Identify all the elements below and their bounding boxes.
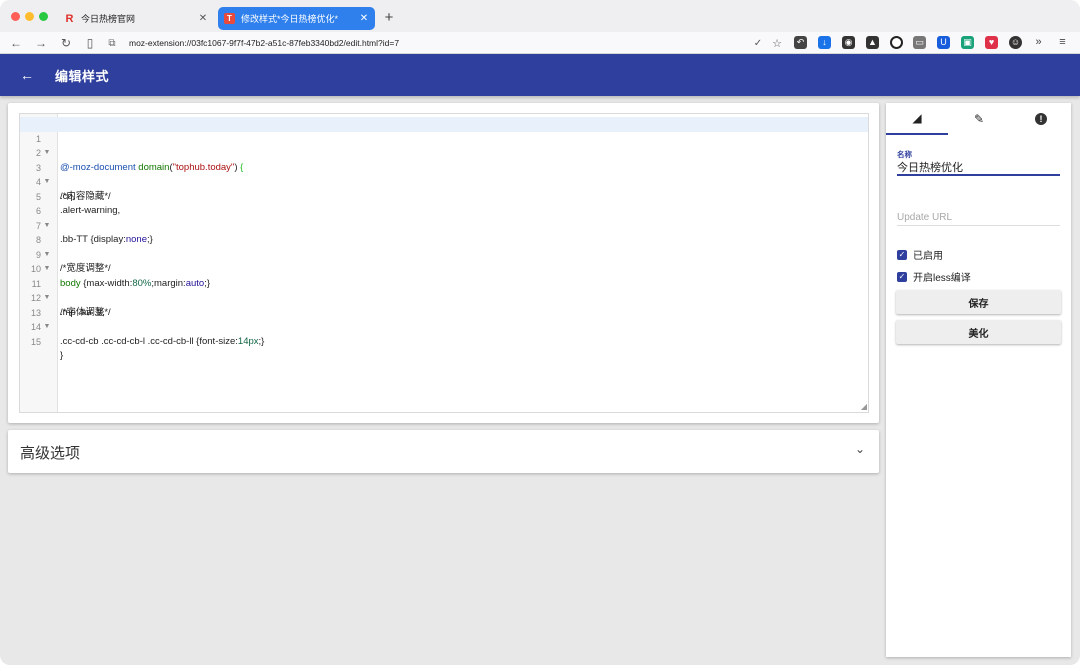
code-token: .cc-cd-cb .cc-cd-cb-l .cc-cd-cb-ll {font…	[60, 335, 238, 347]
code-token: }	[60, 350, 64, 361]
code-line[interactable]: 14	[20, 306, 868, 332]
rocket-icon[interactable]: ▲	[866, 36, 879, 49]
menu-icon[interactable]: ≡	[1056, 36, 1069, 49]
circle-extension-icon[interactable]	[890, 36, 903, 49]
zoom-window-button[interactable]	[39, 12, 48, 21]
close-window-button[interactable]	[11, 12, 20, 21]
line-number: 15	[30, 336, 41, 347]
pocket-icon[interactable]: ♥	[985, 36, 998, 49]
style-settings-panel: ◢ ✎ ! 名称 ✓ 已启用 ✓ 开启less编译 保存 美化	[886, 103, 1071, 657]
enabled-checkbox-row[interactable]: ✓ 已启用	[897, 247, 943, 262]
new-tab-button[interactable]: +	[382, 9, 396, 27]
name-input[interactable]	[897, 159, 1060, 176]
enabled-label: 已启用	[913, 251, 943, 262]
style-brush-icon: ◢	[912, 111, 922, 125]
tab-edit[interactable]: ✎	[948, 103, 1010, 135]
bitwarden-icon[interactable]: U	[937, 36, 950, 49]
screenshot-icon[interactable]: ◉	[842, 36, 855, 49]
beautify-button[interactable]: 美化	[896, 320, 1061, 344]
bookmark-star-icon[interactable]: ☆	[769, 37, 785, 50]
app-header: ← 编辑样式	[0, 54, 1080, 96]
enabled-checkbox[interactable]: ✓	[897, 249, 907, 260]
less-checkbox[interactable]: ✓	[897, 271, 907, 282]
tab-strip: R 今日热榜官网 ✕ T 修改样式*今日热榜优化* ✕ +	[0, 0, 1080, 32]
minimize-window-button[interactable]	[25, 12, 34, 21]
sidebar-toggle-icon[interactable]: ▯	[82, 34, 98, 52]
code-line[interactable]: 6 ▼ .bb-TT {display:none;}	[20, 190, 868, 245]
code-line[interactable]: 11 ▼ /*字体调整*/	[20, 262, 868, 318]
code-line[interactable]: 2	[20, 132, 868, 158]
browser-window: R 今日热榜官网 ✕ T 修改样式*今日热榜优化* ✕ + ← → ↻ ▯ ⧉ …	[0, 0, 1080, 665]
page-title: 编辑样式	[55, 69, 110, 84]
code-line[interactable]: 7	[20, 204, 868, 231]
reload-icon[interactable]: ↻	[58, 34, 74, 52]
code-editor[interactable]: 1 ▼ @-moz-document domain("tophub.today"…	[19, 113, 869, 413]
code-line[interactable]: 8 ▼ /*宽度调整*/	[20, 219, 868, 274]
navigation-bar: ← → ↻ ▯ ⧉ moz-extension://03fc1067-9f7f-…	[0, 32, 1080, 54]
face-extension-icon[interactable]: ☺	[1009, 36, 1022, 49]
code-line[interactable]: 9 ▼ body {max-width:80%;margin:auto;}	[20, 233, 868, 289]
save-button[interactable]: 保存	[896, 290, 1061, 314]
code-token: 14px	[237, 335, 259, 347]
extension-page-icon: ⧉	[108, 37, 116, 49]
extension-icon[interactable]: ↶	[794, 36, 807, 49]
pencil-icon: ✎	[973, 112, 985, 126]
chevron-down-icon[interactable]: ⌄	[855, 442, 865, 456]
tab-info[interactable]: !	[1010, 103, 1072, 135]
tab-title: 今日热榜官网	[81, 14, 136, 24]
less-checkbox-row[interactable]: ✓ 开启less编译	[897, 269, 971, 284]
code-line[interactable]: 13 ▼ .cc-cd-cb .cc-cd-cb-l .cc-cd-cb-ll …	[20, 291, 868, 347]
stylus-favicon-icon: T	[224, 13, 235, 24]
shop-icon[interactable]: ▭	[913, 36, 926, 49]
code-line[interactable]: 10	[20, 248, 868, 274]
code-line[interactable]: 15 }	[20, 320, 868, 362]
tophub-favicon-icon: R	[65, 12, 74, 25]
back-arrow-icon[interactable]: ←	[17, 65, 37, 85]
url-bar[interactable]: ⧉ moz-extension://03fc1067-9f7f-47b2-a51…	[105, 33, 785, 53]
more-extensions-icon[interactable]: »	[1032, 36, 1045, 49]
close-tab-icon[interactable]: ✕	[357, 13, 371, 24]
advanced-options-panel[interactable]: 高级选项 ⌄	[8, 430, 879, 473]
forward-arrow-icon[interactable]: →	[33, 34, 49, 52]
browser-tab-tophub[interactable]: R 今日热榜官网 ✕	[58, 7, 214, 30]
code-token: ;}	[258, 335, 265, 347]
url-text[interactable]: moz-extension://03fc1067-9f7f-47b2-a51c-…	[129, 38, 751, 48]
advanced-options-title: 高级选项	[20, 445, 81, 462]
code-lines: 1 ▼ @-moz-document domain("tophub.today"…	[20, 117, 868, 362]
code-line[interactable]: 12 .mp .aa .tt,	[20, 277, 868, 318]
code-line[interactable]: 1 ▼ @-moz-document domain("tophub.today"…	[20, 117, 868, 173]
download-icon[interactable]: ↓	[818, 36, 831, 49]
save-extension-icon[interactable]: ▣	[961, 36, 974, 49]
resize-grip-icon[interactable]: ◢	[861, 402, 867, 411]
side-tabs: ◢ ✎ !	[886, 103, 1071, 135]
check-icon[interactable]: ✓	[751, 38, 765, 49]
editor-card: 1 ▼ @-moz-document domain("tophub.today"…	[8, 103, 879, 423]
info-alert-icon: !	[1035, 113, 1047, 125]
browser-tab-edit-style[interactable]: T 修改样式*今日热榜优化* ✕	[218, 7, 375, 30]
code-line[interactable]: 5 .alert-warning,	[20, 175, 868, 217]
less-label: 开启less编译	[913, 273, 971, 284]
code-line[interactable]: 3 ▼ /*内容隐藏*/	[20, 146, 868, 202]
tab-style[interactable]: ◢	[886, 103, 948, 135]
back-arrow-icon[interactable]: ←	[8, 34, 24, 52]
code-line[interactable]: 4 .cq,	[20, 161, 868, 202]
update-url-input[interactable]	[897, 209, 1060, 226]
close-tab-icon[interactable]: ✕	[196, 13, 210, 24]
tab-title: 修改样式*今日热榜优化*	[241, 14, 339, 24]
